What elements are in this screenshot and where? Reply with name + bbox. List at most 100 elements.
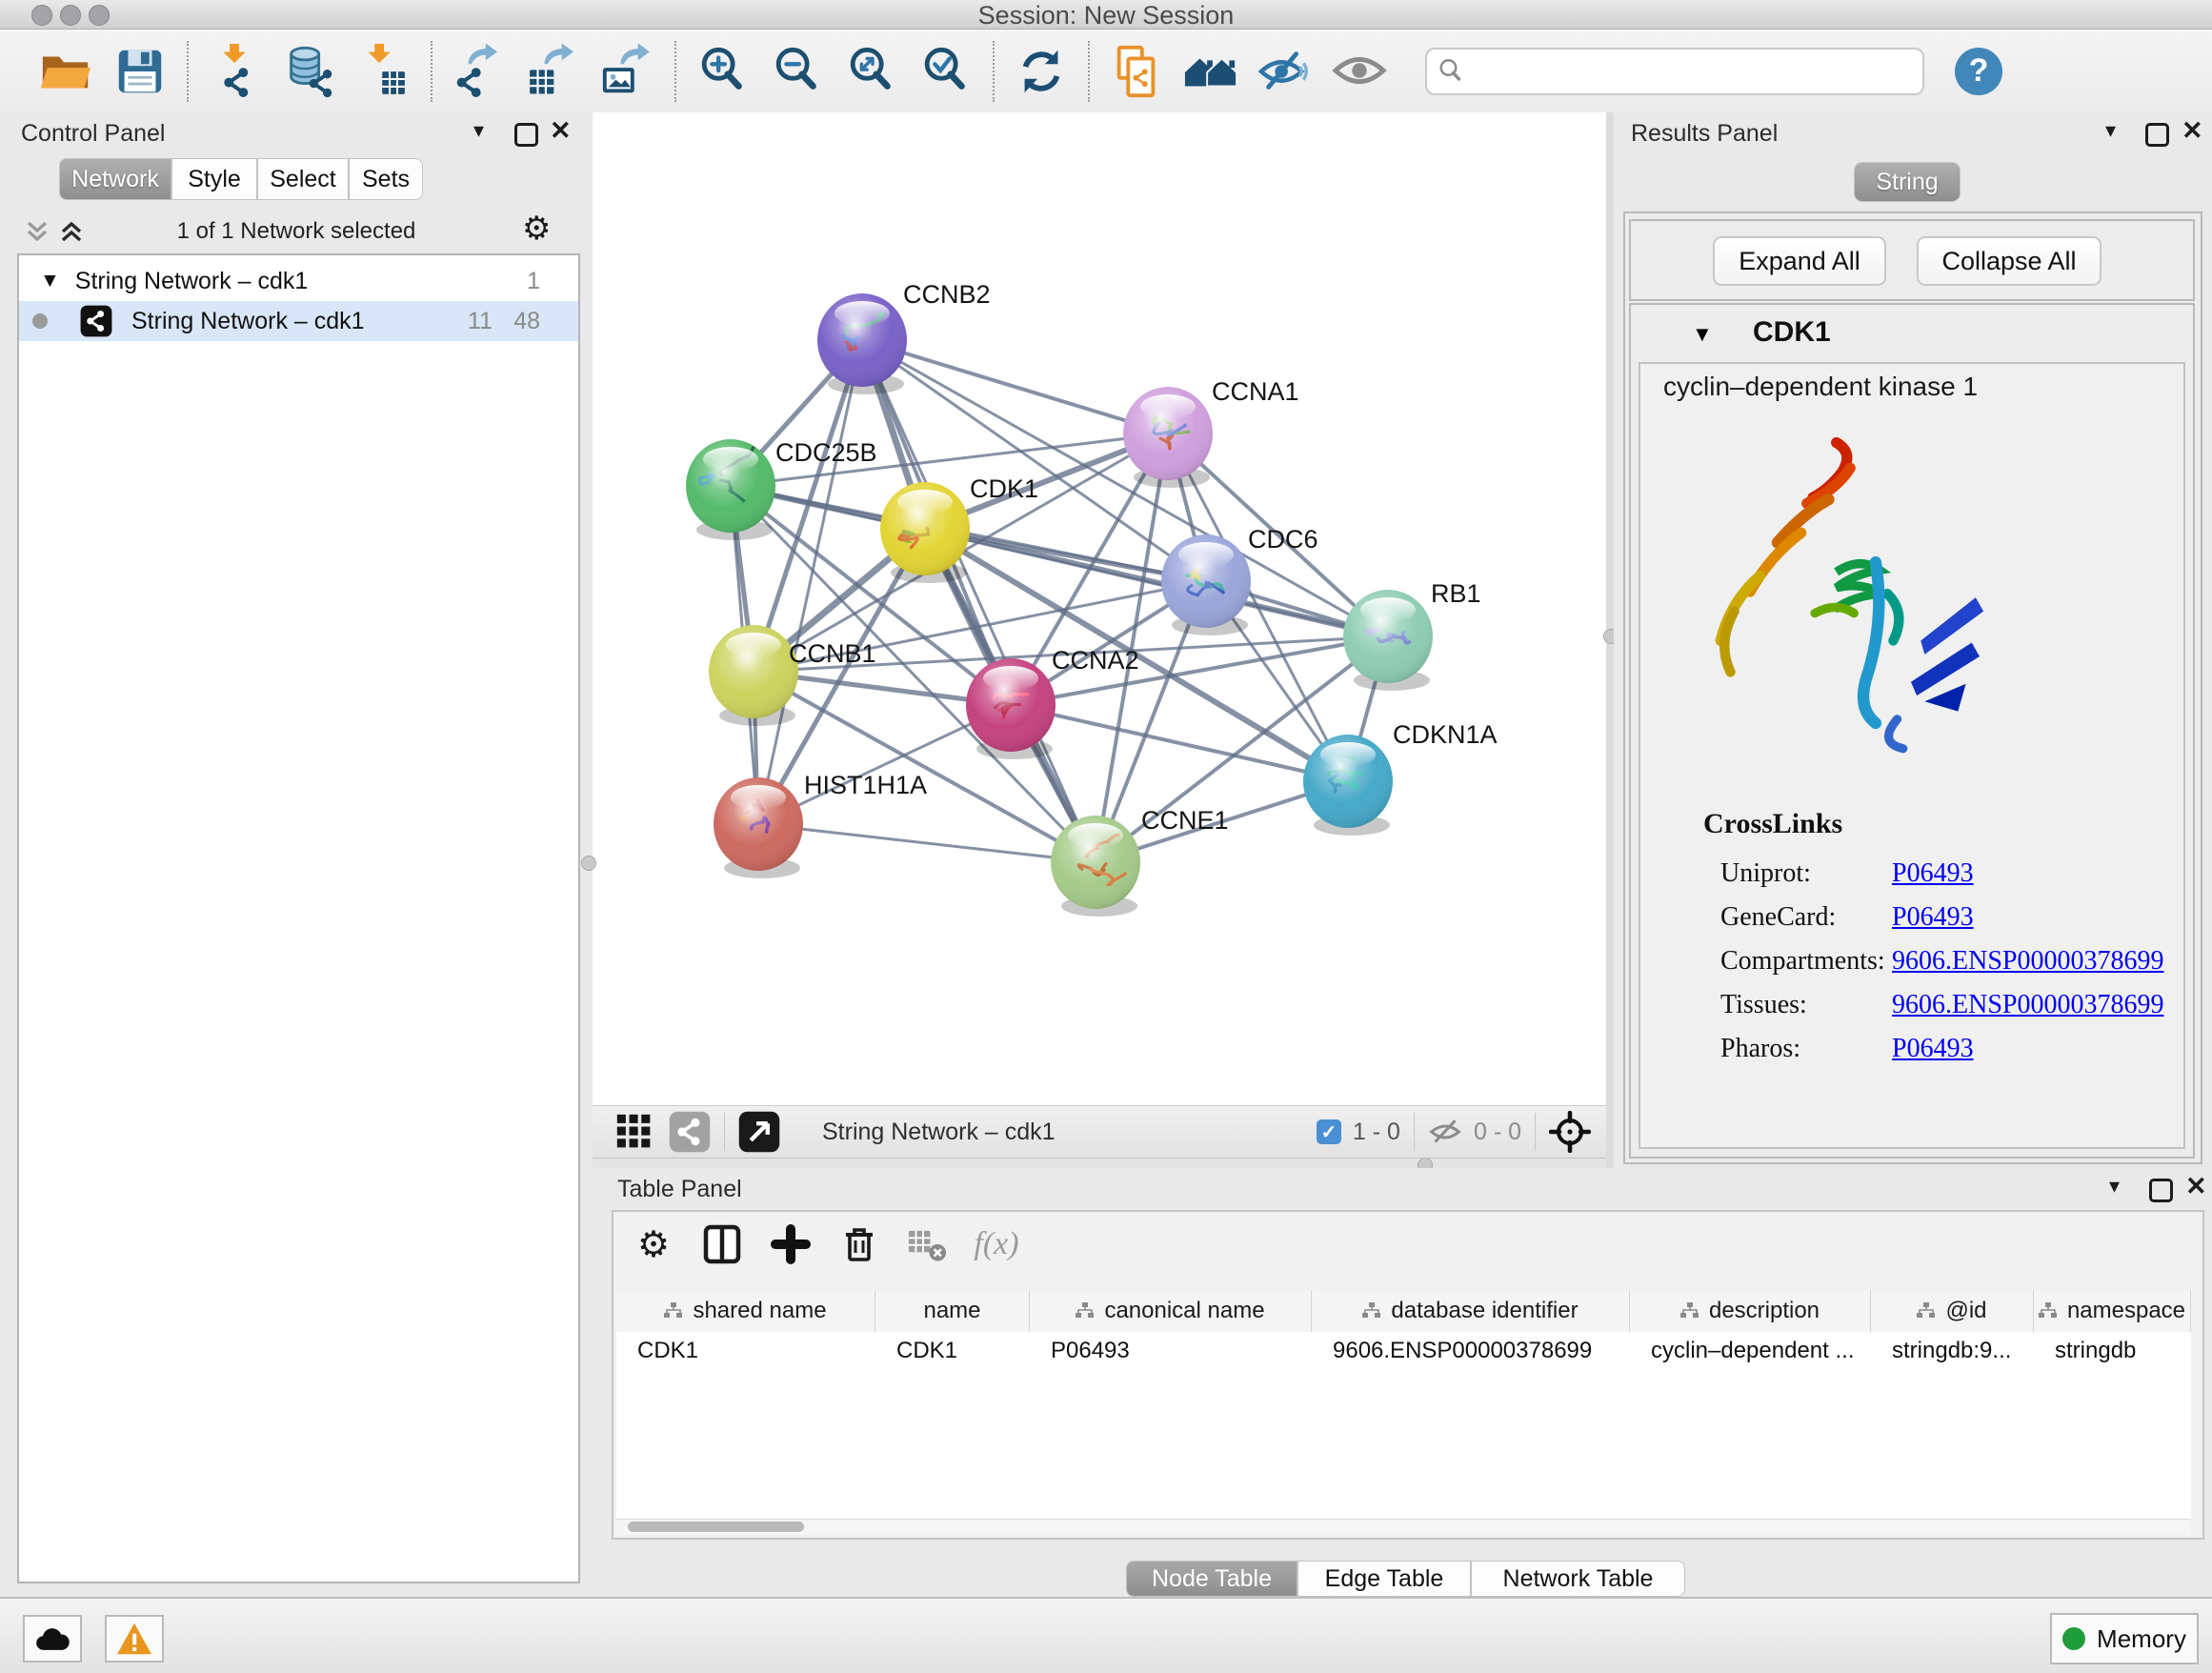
- delete-column-button[interactable]: [833, 1218, 886, 1271]
- table-tab-edge-table[interactable]: Edge Table: [1297, 1561, 1471, 1597]
- column-header--id[interactable]: @id: [1871, 1290, 2034, 1332]
- network-options-gear-icon[interactable]: ⚙: [522, 210, 551, 248]
- network-node-RB1[interactable]: RB1: [1343, 579, 1481, 691]
- table-cell--id[interactable]: stringdb:9...: [1871, 1332, 2034, 1370]
- table-panel-float-button[interactable]: [2149, 1179, 2173, 1202]
- add-column-button[interactable]: [764, 1218, 817, 1271]
- export-image-icon: [600, 44, 655, 99]
- delete-table-button[interactable]: [901, 1218, 955, 1271]
- network-row-selected[interactable]: String Network – cdk1 11 48: [19, 301, 578, 341]
- network-node-CDKN1A[interactable]: CDKN1A: [1303, 720, 1498, 836]
- crosslink-value-link[interactable]: P06493: [1892, 902, 1974, 933]
- table-tab-node-table[interactable]: Node Table: [1126, 1561, 1297, 1597]
- table-cell-shared-name[interactable]: CDK1: [616, 1332, 875, 1370]
- warnings-button[interactable]: [105, 1615, 164, 1663]
- hide-selected-button[interactable]: [1256, 42, 1315, 101]
- selected-checkbox-icon[interactable]: ✓: [1317, 1119, 1341, 1144]
- export-image-button[interactable]: [598, 42, 657, 101]
- results-panel-float-button[interactable]: [2145, 123, 2169, 147]
- scrollbar-thumb[interactable]: [628, 1522, 804, 1532]
- open-session-button[interactable]: [36, 42, 95, 101]
- cloud-status-button[interactable]: [23, 1615, 82, 1663]
- zoom-in-button[interactable]: [694, 42, 753, 101]
- show-columns-button[interactable]: [695, 1218, 749, 1271]
- collapse-all-button[interactable]: Collapse All: [1917, 236, 2101, 286]
- control-tab-select[interactable]: Select: [257, 158, 349, 200]
- column-header-description[interactable]: description: [1630, 1290, 1871, 1332]
- function-builder-button[interactable]: f(x): [970, 1218, 1023, 1271]
- table-cell-canonical-name[interactable]: P06493: [1030, 1332, 1312, 1370]
- control-tab-style[interactable]: Style: [171, 158, 257, 200]
- crosslink-value-link[interactable]: 9606.ENSP00000378699: [1892, 990, 2163, 1020]
- column-header-namespace[interactable]: namespace: [2034, 1290, 2191, 1332]
- fit-selected-crosshair-icon[interactable]: [1549, 1111, 1591, 1153]
- network-edge-HIST1H1A-CCNE1[interactable]: [758, 824, 1096, 862]
- network-edge-CCNB2-CCNA1[interactable]: [862, 340, 1168, 433]
- table-tab-network-table[interactable]: Network Table: [1471, 1561, 1685, 1597]
- show-hidden-button[interactable]: [1330, 42, 1389, 101]
- crosslink-value-link[interactable]: P06493: [1892, 858, 1974, 889]
- network-node-CDK1[interactable]: CDK1: [880, 474, 1038, 583]
- export-network-button[interactable]: [450, 42, 509, 101]
- table-cell-name[interactable]: CDK1: [875, 1332, 1030, 1370]
- gene-disclosure-triangle-icon[interactable]: ▼: [1692, 322, 1713, 347]
- import-network-file-button[interactable]: [206, 42, 265, 101]
- column-header-canonical-name[interactable]: canonical name: [1030, 1290, 1312, 1332]
- duplicate-network-button[interactable]: [1107, 42, 1166, 101]
- horizontal-scrollbar[interactable]: [616, 1519, 2191, 1535]
- network-group-row[interactable]: ▼ String Network – cdk1 1: [19, 261, 578, 301]
- network-node-CCNB2[interactable]: CCNB2: [817, 280, 991, 394]
- node-label-CCNB1: CCNB1: [789, 639, 876, 668]
- table-panel-close-button[interactable]: ✕: [2185, 1172, 2207, 1201]
- birdseye-view-icon[interactable]: [738, 1111, 780, 1153]
- network-node-HIST1H1A[interactable]: HIST1H1A: [714, 771, 927, 878]
- save-session-button[interactable]: [111, 42, 170, 101]
- expand-all-button[interactable]: Expand All: [1713, 236, 1886, 286]
- crosslink-value-link[interactable]: P06493: [1892, 1034, 1974, 1064]
- results-tab-string[interactable]: String: [1854, 162, 1961, 202]
- results-panel-close-button[interactable]: ✕: [2182, 116, 2203, 146]
- table-panel-collapse-button[interactable]: ▾: [2109, 1174, 2120, 1199]
- left-splitter-handle[interactable]: [581, 856, 596, 871]
- network-node-CCNB1[interactable]: CCNB1: [709, 625, 876, 726]
- network-node-CCNE1[interactable]: CCNE1: [1051, 806, 1229, 917]
- network-canvas[interactable]: CCNB2CCNA1CDC25BCDK1CDC6RB1CCNB1CCNA2CDK…: [593, 112, 1606, 1105]
- column-header-shared-name[interactable]: shared name: [616, 1290, 875, 1332]
- export-table-button[interactable]: [524, 42, 583, 101]
- disclosure-triangle-icon[interactable]: ▼: [40, 270, 60, 292]
- warning-icon: [115, 1622, 153, 1656]
- first-neighbors-button[interactable]: [1181, 42, 1240, 101]
- control-panel-collapse-button[interactable]: ▾: [473, 118, 484, 143]
- network-thumbnail-icon[interactable]: [669, 1111, 711, 1153]
- zoom-out-button[interactable]: [768, 42, 827, 101]
- network-node-CCNA2[interactable]: CCNA2: [966, 646, 1139, 759]
- grid-view-icon[interactable]: [615, 1113, 654, 1151]
- control-tab-sets[interactable]: Sets: [349, 158, 423, 200]
- network-node-CDC6[interactable]: CDC6: [1161, 525, 1318, 635]
- column-header-database-identifier[interactable]: database identifier: [1312, 1290, 1630, 1332]
- import-table-file-button[interactable]: [354, 42, 413, 101]
- refresh-view-button[interactable]: [1012, 42, 1071, 101]
- crosslink-value-link[interactable]: 9606.ENSP00000378699: [1892, 946, 2163, 977]
- control-panel-close-button[interactable]: ✕: [550, 116, 572, 146]
- network-edge-CCNA2-CDKN1A[interactable]: [1011, 705, 1348, 781]
- node-label-CCNA2: CCNA2: [1052, 646, 1139, 675]
- network-edge-CCNB2-HIST1H1A[interactable]: [758, 340, 862, 824]
- column-header-name[interactable]: name: [875, 1290, 1030, 1332]
- separator: [724, 1113, 725, 1151]
- zoom-selected-button[interactable]: [916, 42, 975, 101]
- memory-button[interactable]: Memory: [2050, 1613, 2199, 1664]
- control-tab-network[interactable]: Network: [59, 158, 171, 200]
- toolbar-separator: [431, 41, 432, 102]
- search-input[interactable]: [1465, 57, 1879, 86]
- table-settings-button[interactable]: ⚙: [627, 1218, 680, 1271]
- table-row[interactable]: CDK1CDK1P064939606.ENSP00000378699cyclin…: [616, 1332, 2191, 1370]
- zoom-fit-button[interactable]: [842, 42, 901, 101]
- table-cell-namespace[interactable]: stringdb: [2034, 1332, 2191, 1370]
- control-panel-float-button[interactable]: [514, 123, 538, 147]
- table-cell-database-identifier[interactable]: 9606.ENSP00000378699: [1312, 1332, 1630, 1370]
- table-cell-description[interactable]: cyclin–dependent ...: [1630, 1332, 1871, 1370]
- import-network-database-button[interactable]: [280, 42, 339, 101]
- results-panel-collapse-button[interactable]: ▾: [2105, 118, 2116, 143]
- help-button[interactable]: ?: [1955, 48, 2002, 95]
